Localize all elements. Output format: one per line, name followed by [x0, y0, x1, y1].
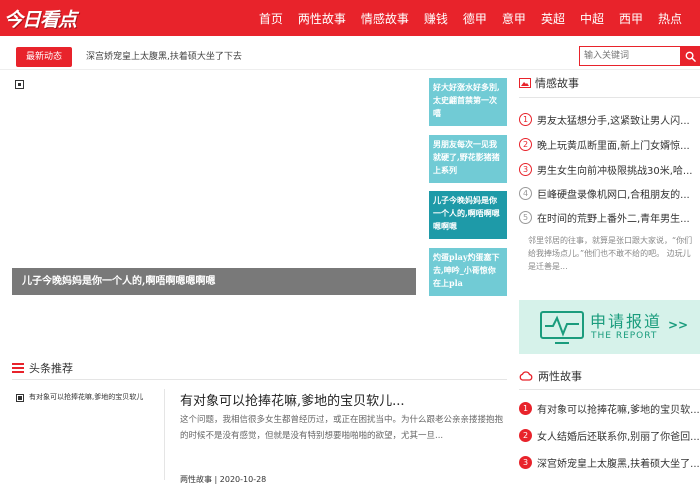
slider-thumb-1[interactable]: 好大好涨水好多別,太史翩首禁第一次嘻 — [429, 78, 507, 126]
section-divider — [519, 97, 700, 98]
slider-thumb-2[interactable]: 男朋友每次一见我就硬了,野花影猪猪上系列 — [429, 135, 507, 183]
headline-article-excerpt: 这个问题，我相信很多女生都曾经历过，或正在困扰当中。为什么跟老公亲亲搂搂抱抱的时… — [180, 415, 504, 441]
nav-premier-league[interactable]: 英超 — [541, 10, 565, 27]
rank-number: 3 — [519, 455, 532, 469]
headline-section-title: 头条推荐 — [12, 360, 73, 376]
nav-bundesliga[interactable]: 德甲 — [463, 10, 487, 27]
image-icon — [519, 78, 531, 88]
rank-text: 男生女生向前冲极限挑战30米,哈... — [537, 165, 693, 177]
report-banner-subtitle: THE REPORT — [591, 331, 658, 341]
nav-home[interactable]: 首页 — [259, 10, 283, 27]
section-divider — [12, 379, 507, 380]
emotion-story-excerpt: 邻里邻居的往事，就算是张口跟大家说，“你们给我捧场点儿。”他们也不敢不给的吧。 … — [528, 236, 693, 271]
nav-serie-a[interactable]: 意甲 — [502, 10, 526, 27]
rank-number: 2 — [519, 137, 532, 151]
main-nav: 首页 两性故事 情感故事 赚钱 德甲 意甲 英超 中超 西甲 热点 — [244, 0, 682, 36]
headline-article-title[interactable]: 有对象可以抢捧花嘛,爹地的宝贝软儿... — [180, 390, 405, 409]
sex-stories-title-text: 两性故事 — [538, 370, 582, 383]
logo-text: 今日看点 — [4, 8, 77, 31]
latest-news-link[interactable]: 深宫娇宠皇上太腹黑,扶着硕大坐了下去 — [86, 47, 242, 67]
report-banner-arrow: >> — [668, 318, 689, 332]
rank-number: 3 — [519, 162, 532, 176]
slider-thumb-3[interactable]: 儿子今晚妈妈是你一个人的,啊唔啊嗯嗯啊嗯 — [429, 191, 507, 239]
nav-hot[interactable]: 热点 — [658, 10, 682, 27]
sex-stories-title: 两性故事 — [519, 368, 582, 384]
nav-make-money[interactable]: 赚钱 — [424, 10, 448, 27]
top-navigation-bar: 今日看点 首页 两性故事 情感故事 赚钱 德甲 意甲 英超 中超 西甲 热点 — [0, 0, 700, 36]
nav-csl[interactable]: 中超 — [580, 10, 604, 27]
emotion-stories-title-text: 情感故事 — [535, 77, 579, 90]
rank-number: 1 — [519, 112, 532, 126]
sex-rank-item[interactable]: 1 有对象可以抢捧花嘛,爹地的宝贝软... — [519, 398, 700, 418]
site-logo[interactable]: 今日看点 — [4, 5, 77, 31]
headline-small-link[interactable]: 有对象可以抢捧花嘛,爹地的宝贝软儿 — [29, 392, 143, 402]
search-input[interactable] — [579, 46, 681, 66]
nav-la-liga[interactable]: 西甲 — [619, 10, 643, 27]
report-monitor-icon — [540, 311, 584, 344]
rank-text: 有对象可以抢捧花嘛,爹地的宝贝软... — [537, 404, 700, 416]
nav-emotion-stories[interactable]: 情感故事 — [361, 10, 409, 27]
nav-sex-stories[interactable]: 两性故事 — [298, 10, 346, 27]
emotion-rank-item[interactable]: 2 晚上玩黄瓜断里面,新上门女婿惊... — [519, 134, 700, 154]
emotion-rank-item[interactable]: 5 在时间的荒野上番外二,青年男生... — [519, 207, 700, 227]
rank-number: 5 — [519, 210, 532, 224]
emotion-stories-title: 情感故事 — [519, 75, 579, 91]
report-banner-title: 申请报道 — [590, 312, 663, 331]
broken-image-icon — [15, 80, 24, 89]
rank-number: 2 — [519, 428, 532, 442]
latest-news-tag: 最新动态 — [16, 47, 72, 67]
vertical-divider — [164, 389, 165, 480]
section-divider — [519, 389, 700, 390]
rank-text: 男友太猛想分手,这紧致让男人闪... — [537, 115, 690, 127]
search-icon — [685, 51, 696, 62]
rank-text: 巨峰硬盘录像机网口,合租朋友的... — [537, 189, 690, 201]
sex-rank-item[interactable]: 2 女人结婚后还联系你,别丽了你爸回... — [519, 425, 700, 445]
broken-image-icon — [16, 394, 24, 402]
rank-text: 深宫娇宠皇上太腹黑,扶着硕大坐了... — [537, 458, 700, 470]
search-button[interactable] — [681, 46, 700, 66]
hero-caption[interactable]: 儿子今晚妈妈是你一个人的,啊唔啊嗯嗯啊嗯 — [12, 268, 416, 295]
report-banner[interactable]: 申请报道 THE REPORT >> — [519, 300, 700, 354]
rank-number: 4 — [519, 186, 532, 200]
cloud-icon — [519, 371, 533, 381]
sex-rank-item[interactable]: 3 深宫娇宠皇上太腹黑,扶着硕大坐了... — [519, 452, 700, 472]
rank-text: 在时间的荒野上番外二,青年男生... — [537, 213, 690, 225]
emotion-rank-item[interactable]: 4 巨峰硬盘录像机网口,合租朋友的... — [519, 183, 700, 203]
list-icon — [12, 363, 24, 373]
slider-thumb-4[interactable]: 灼蛋play灼蛋塞下去,呻吟_小哥惊你在上pla — [429, 248, 507, 296]
rank-number: 1 — [519, 401, 532, 415]
emotion-rank-item[interactable]: 1 男友太猛想分手,这紧致让男人闪... — [519, 109, 700, 129]
emotion-rank-item[interactable]: 3 男生女生向前冲极限挑战30米,哈... — [519, 159, 700, 179]
headline-section-title-text: 头条推荐 — [29, 362, 73, 375]
rank-text: 晚上玩黄瓜断里面,新上门女婿惊... — [537, 140, 690, 152]
rank-text: 女人结婚后还联系你,别丽了你爸回... — [537, 431, 700, 443]
